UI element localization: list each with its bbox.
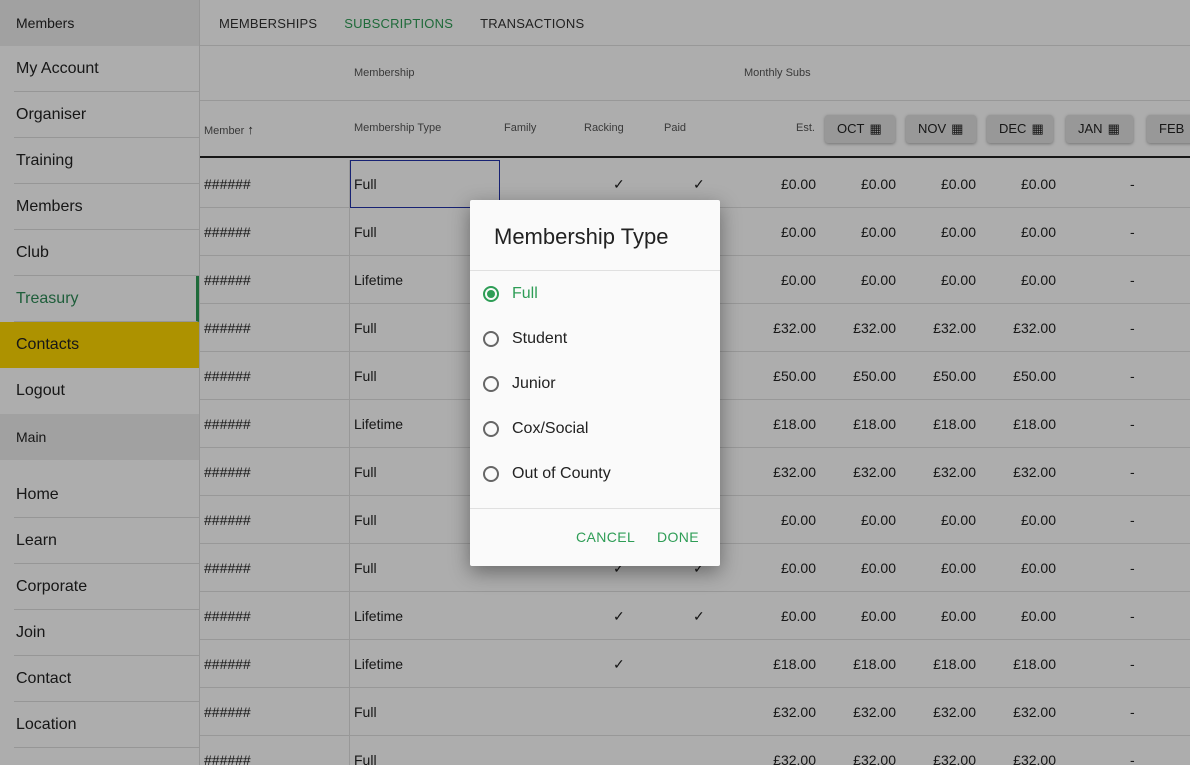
option-cox-social[interactable]: Cox/Social <box>470 406 720 451</box>
cancel-button[interactable]: CANCEL <box>576 529 635 545</box>
option-full[interactable]: Full <box>470 271 720 316</box>
options-list: Full Student Junior Cox/Social Out of Co… <box>470 271 720 509</box>
dialog-title: Membership Type <box>470 200 720 271</box>
done-button[interactable]: DONE <box>657 529 699 545</box>
dialog-actions: CANCEL DONE <box>470 509 720 565</box>
option-out-of-county[interactable]: Out of County <box>470 451 720 496</box>
radio-unchecked-icon <box>483 376 499 392</box>
radio-unchecked-icon <box>483 421 499 437</box>
radio-unchecked-icon <box>483 331 499 347</box>
radio-unchecked-icon <box>483 466 499 482</box>
radio-checked-icon <box>483 286 499 302</box>
option-junior[interactable]: Junior <box>470 361 720 406</box>
membership-type-dialog: Membership Type Full Student Junior Cox/… <box>470 200 720 566</box>
option-student[interactable]: Student <box>470 316 720 361</box>
